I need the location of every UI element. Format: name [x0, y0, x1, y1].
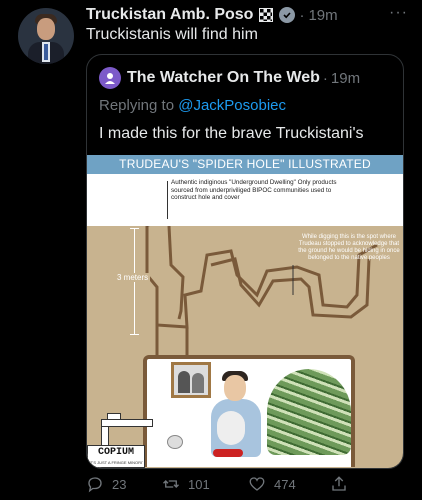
- reply-prefix: Replying to: [99, 97, 175, 114]
- ruler-tick-bottom: [130, 334, 139, 335]
- tweet-actions: 23 101 474: [86, 474, 408, 494]
- quote-time: 19m: [330, 69, 361, 87]
- digging-note: While digging this is the spot where Tru…: [298, 234, 400, 261]
- separator-dot: ·: [322, 69, 328, 87]
- author-avatar[interactable]: [18, 8, 74, 64]
- tweet-time[interactable]: 19m: [308, 7, 337, 24]
- separator-dot: ·: [299, 6, 305, 24]
- quote-author-name: The Watcher On The Web: [127, 69, 320, 86]
- tweet-header: Truckistan Amb. Poso · 19m: [86, 4, 338, 26]
- reply-icon: [88, 477, 102, 493]
- copium-sublabel: IT'S JUST A FRINGE MINORITY: [89, 460, 143, 465]
- heart-icon: [249, 477, 265, 491]
- faucet-knob: [107, 413, 121, 420]
- skull-icon: [167, 435, 183, 449]
- faucet-arm: [101, 419, 153, 427]
- more-options-icon[interactable]: ···: [389, 4, 408, 22]
- checkered-flag-icon: [259, 8, 274, 22]
- verified-badge-icon: [279, 7, 296, 23]
- reply-count: 23: [112, 476, 127, 492]
- reply-handle-link[interactable]: @JackPosobiec: [178, 97, 286, 114]
- retweet-count: 101: [188, 476, 210, 492]
- frame-figure: [192, 373, 204, 393]
- money-pile: [267, 369, 351, 455]
- author-name[interactable]: Truckistan Amb. Poso: [86, 6, 253, 24]
- depth-label: 3 meters: [115, 273, 151, 282]
- like-button[interactable]: 474: [248, 475, 296, 493]
- avatar-tie: [44, 44, 48, 60]
- callout-line: [167, 181, 168, 219]
- figure-head: [224, 375, 246, 401]
- avatar-face: [37, 18, 55, 40]
- copium-label: COPIUM: [97, 447, 134, 458]
- frame-figure: [178, 371, 190, 393]
- ruler-tick-top: [130, 228, 139, 229]
- reply-button[interactable]: 23: [86, 475, 126, 493]
- retweet-button[interactable]: 101: [162, 475, 210, 493]
- illustration-title: TRUDEAU'S "SPIDER HOLE" ILLUSTRATED: [87, 155, 403, 174]
- figure-knees: [217, 411, 245, 445]
- share-button[interactable]: [330, 475, 356, 493]
- tweet-text: Truckistanis will find him: [86, 26, 258, 43]
- quote-header: The Watcher On The Web · 19m: [99, 67, 360, 89]
- picture-frame: [171, 362, 211, 398]
- quoted-tweet[interactable]: The Watcher On The Web · 19m Replying to…: [86, 54, 404, 469]
- dwelling-callout: Authentic indiginous "Underground Dwelli…: [171, 179, 337, 201]
- quote-reply-context: Replying to @JackPosobiec: [99, 97, 286, 114]
- quote-text: I made this for the brave Truckistani's: [99, 125, 364, 142]
- share-icon: [332, 476, 346, 491]
- quote-media-image[interactable]: TRUDEAU'S "SPIDER HOLE" ILLUSTRATED Auth…: [87, 155, 403, 468]
- quote-avatar: [99, 67, 121, 89]
- like-count: 474: [274, 476, 296, 492]
- retweet-icon: [163, 480, 179, 488]
- figure-shoes: [213, 449, 243, 457]
